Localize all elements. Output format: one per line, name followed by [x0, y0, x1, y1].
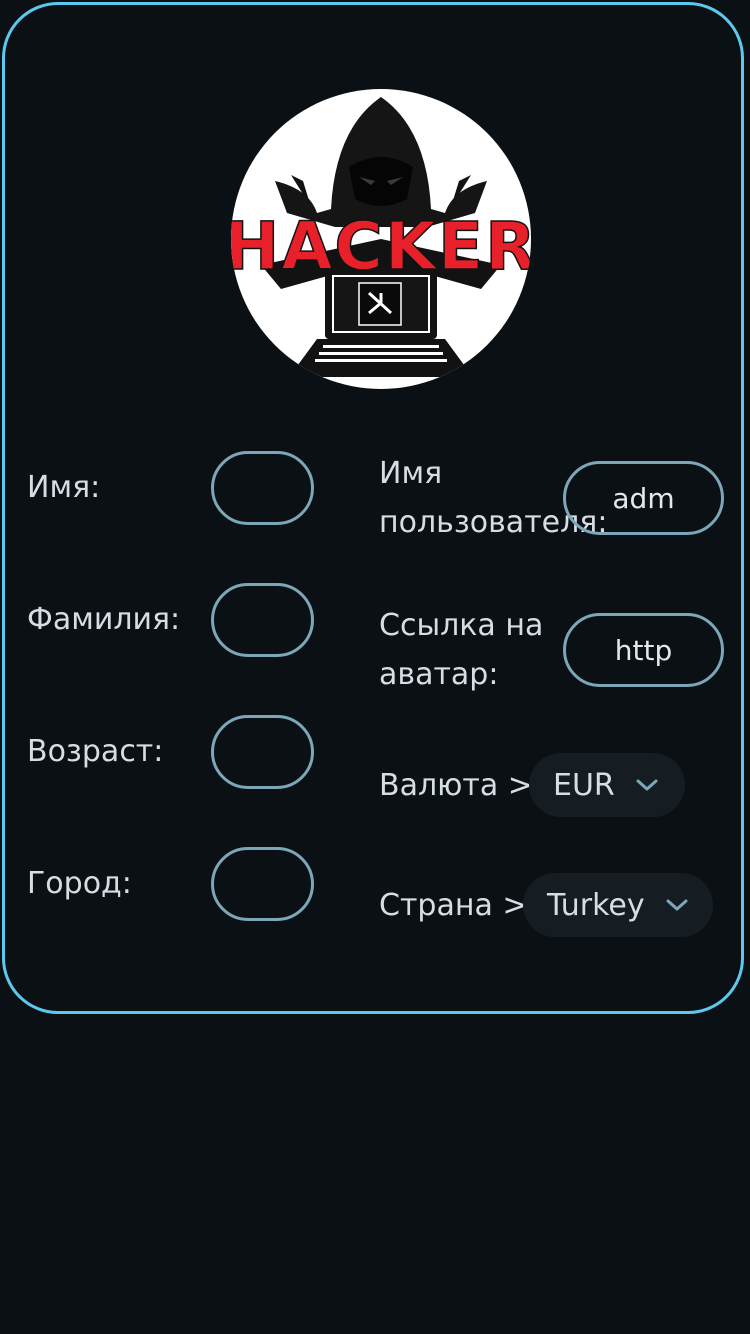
profile-card: HACKER Имя: Фамилия: Возраст: Город: Имя…	[2, 2, 744, 1014]
country-dropdown[interactable]: Turkey	[523, 873, 713, 937]
city-label: Город:	[27, 866, 132, 901]
avatar[interactable]: HACKER	[231, 89, 531, 389]
avatar-link-input[interactable]	[563, 613, 724, 687]
username-input[interactable]	[563, 461, 724, 535]
currency-label: Валюта >	[379, 768, 533, 803]
chevron-down-icon	[633, 775, 661, 795]
last-name-label: Фамилия:	[27, 602, 181, 637]
currency-value: EUR	[553, 767, 615, 803]
last-name-input[interactable]	[211, 583, 314, 657]
age-label: Возраст:	[27, 734, 164, 769]
first-name-input[interactable]	[211, 451, 314, 525]
first-name-label: Имя:	[27, 470, 101, 505]
age-input[interactable]	[211, 715, 314, 789]
country-label: Страна >	[379, 888, 528, 923]
avatar-link-label-line1: Ссылка на	[379, 608, 544, 643]
avatar-link-label-line2: аватар:	[379, 657, 499, 692]
currency-dropdown[interactable]: EUR	[529, 753, 685, 817]
chevron-down-icon	[663, 895, 691, 915]
country-value: Turkey	[547, 887, 645, 923]
username-label-line1: Имя	[379, 456, 443, 491]
city-input[interactable]	[211, 847, 314, 921]
hacker-logo-icon: HACKER	[231, 97, 531, 377]
